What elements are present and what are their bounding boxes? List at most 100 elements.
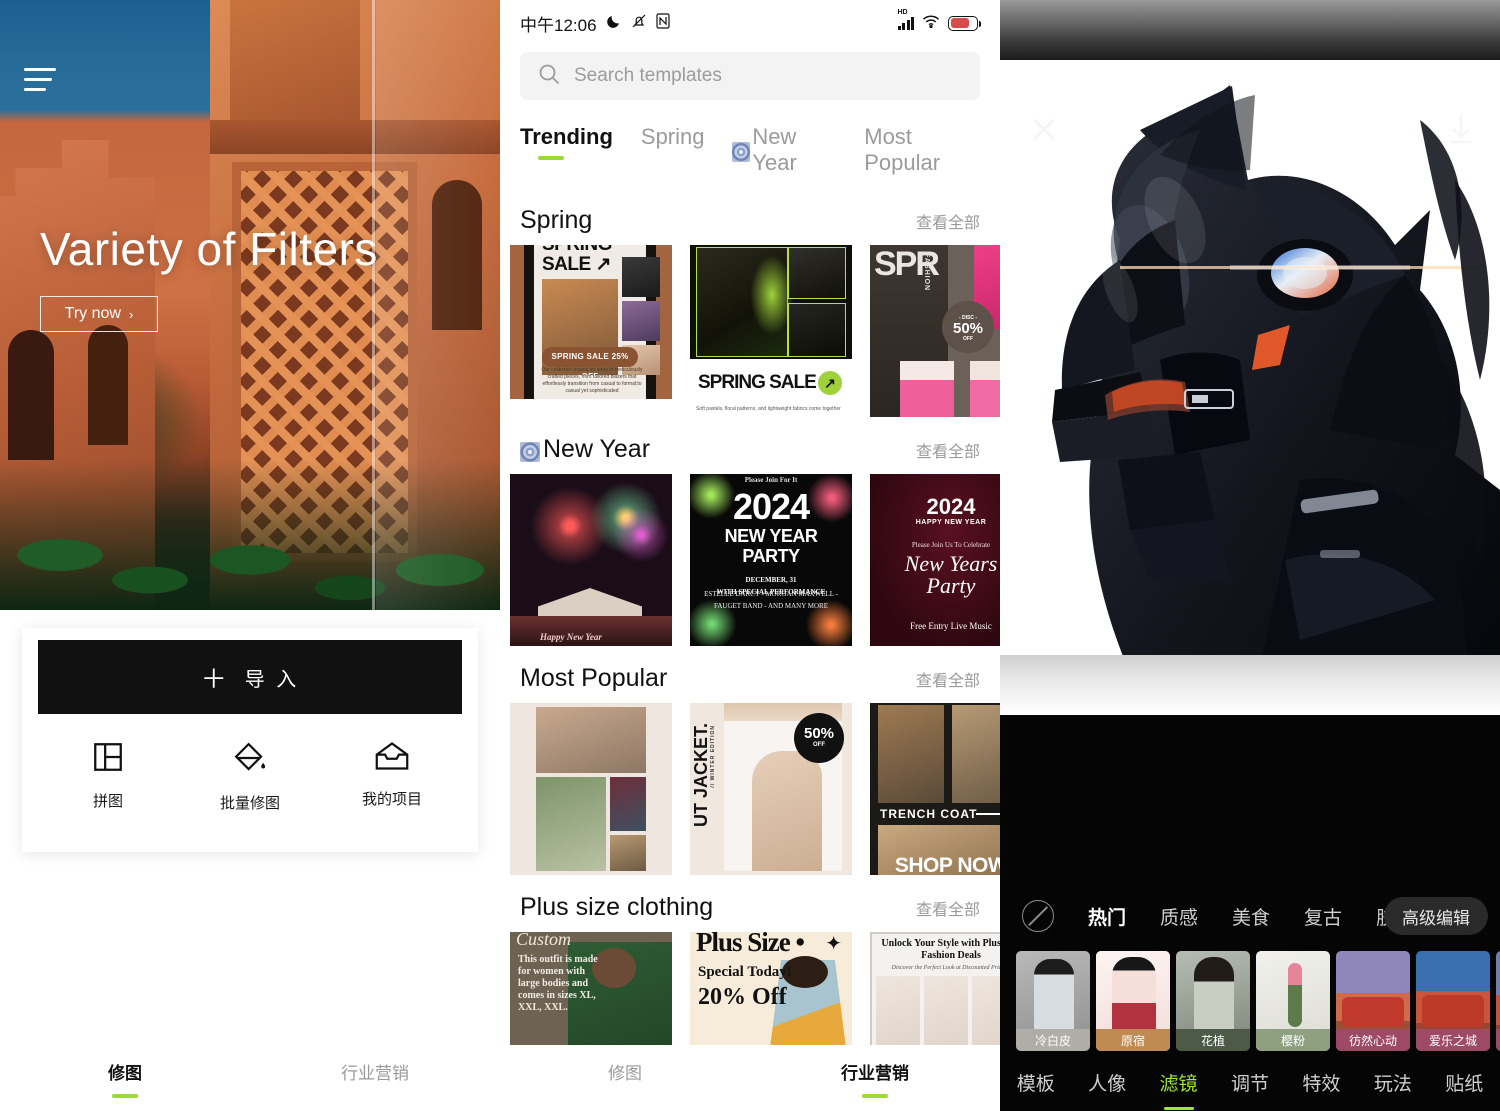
filter-cat-texture[interactable]: 质感 [1160, 903, 1198, 930]
action-my-projects[interactable]: 我的项目 [322, 740, 462, 813]
tab-new-year[interactable]: New Year [732, 124, 836, 188]
hero-tower-top [230, 0, 360, 120]
see-all-link[interactable]: 查看全部 [916, 438, 980, 462]
left-tab-marketing[interactable]: 行业营销 [250, 1045, 500, 1111]
tab-most-popular-label: Most Popular [864, 124, 941, 175]
three-panel-screenshot: Variety of Filters Try now › ＋ 导 入 拼图 批量… [0, 0, 1500, 1111]
template-title: Unlock Your Style with Plus Size Fashion… [881, 938, 1000, 961]
import-button[interactable]: ＋ 导 入 [38, 640, 462, 714]
active-indicator [112, 1093, 138, 1098]
template-body: This outfit is made for women with large… [518, 954, 598, 1013]
template-footer: Free Entry Live Music [910, 621, 992, 631]
filter-thumb[interactable] [1496, 951, 1500, 1051]
status-time: 中午12:06 [520, 15, 597, 35]
status-bar-left: 中午12:06 [520, 11, 670, 36]
nav-template[interactable]: 模板 [1000, 1069, 1071, 1096]
action-collage[interactable]: 拼图 [38, 740, 178, 813]
filter-label: 彷然心动 [1336, 1029, 1410, 1051]
template-row-spring[interactable]: SPRINGSALE ↗ SPRING SALE 25% OFF Our col… [500, 245, 1000, 417]
section-title: Spring [520, 206, 593, 234]
tab-spring[interactable]: Spring [641, 124, 705, 162]
section-title-text: New Year [543, 435, 651, 463]
filter-cat-retro[interactable]: 复古 [1304, 903, 1342, 930]
filter-thumb[interactable]: 爱乐之城 [1416, 951, 1490, 1051]
editor-canvas[interactable] [1000, 60, 1500, 715]
active-indicator [612, 1094, 638, 1098]
nav-filter[interactable]: 滤镜 [1143, 1069, 1214, 1110]
template-pill: SPRING SALE 25% OFF [542, 347, 638, 381]
hero-banner[interactable]: Variety of Filters Try now › [0, 0, 500, 610]
filter-thumb[interactable]: 樱粉 [1256, 951, 1330, 1051]
template-special: Special Today! [698, 964, 792, 980]
nav-sticker[interactable]: 贴纸 [1429, 1069, 1500, 1096]
nav-adjust[interactable]: 调节 [1214, 1069, 1285, 1096]
see-all-link[interactable]: 查看全部 [916, 209, 980, 233]
template-vertical-sub: // WINTER EDITION [710, 725, 716, 788]
batch-edit-icon [232, 740, 268, 776]
search-input[interactable]: Search templates [520, 52, 980, 100]
nav-effects[interactable]: 特效 [1286, 1069, 1357, 1096]
filter-thumb[interactable]: 花植 [1176, 951, 1250, 1051]
filter-label: 爱乐之城 [1416, 1029, 1490, 1051]
template-row-new-year[interactable]: Happy New Year Please Join For It 2024 N… [500, 474, 1000, 646]
template-row-most-popular[interactable]: UT JACKET. // WINTER EDITION 50% OFF TRE… [500, 703, 1000, 875]
template-card[interactable]: 2024 HAPPY NEW YEAR Please Join Us To Ce… [870, 474, 1000, 646]
nav-play[interactable]: 玩法 [1357, 1069, 1428, 1096]
template-caption: Our collection boasts an array of meticu… [541, 367, 643, 394]
active-indicator [750, 182, 776, 186]
see-all-link[interactable]: 查看全部 [916, 667, 980, 691]
template-headline: SPRING SALE [698, 372, 817, 393]
template-caption: Happy New Year [540, 632, 602, 642]
canvas-bottom-shadow [1000, 655, 1500, 715]
middle-tab-edit[interactable]: 修图 [500, 1045, 750, 1111]
nav-adjust-label: 调节 [1230, 1073, 1269, 1095]
filter-label: 花植 [1176, 1029, 1250, 1051]
tab-trending-label: Trending [520, 124, 613, 149]
template-card[interactable]: SPRING SALE ↗ Soft pastels, floral patte… [690, 245, 852, 417]
template-card[interactable]: Happy New Year [510, 474, 672, 646]
nav-portrait[interactable]: 人像 [1071, 1069, 1142, 1096]
no-filter-icon[interactable] [1022, 900, 1054, 932]
filter-thumb[interactable]: 彷然心动 [1336, 951, 1410, 1051]
tab-trending[interactable]: Trending [520, 124, 613, 162]
advanced-edit-button[interactable]: 高级编辑 [1384, 897, 1488, 935]
nfc-icon [655, 12, 670, 34]
template-top-line: Please Join For It [744, 476, 798, 484]
filter-thumb-selected[interactable]: 原宿 [1096, 951, 1170, 1051]
template-card[interactable]: SPRINGSALE ↗ SPRING SALE 25% OFF Our col… [510, 245, 672, 399]
middle-tab-marketing[interactable]: 行业营销 [750, 1045, 1000, 1111]
download-arrow-icon[interactable] [1448, 112, 1474, 144]
active-indicator [659, 156, 685, 160]
template-card[interactable]: Please Join For It 2024 NEW YEAR PARTY D… [690, 474, 852, 646]
template-happy: HAPPY NEW YEAR [915, 519, 987, 526]
template-card[interactable]: TRENCH COAT SHOP NOW [870, 703, 1000, 875]
status-bar: 中午12:06 HD [500, 0, 1000, 46]
active-indicator [362, 1094, 388, 1098]
hero-arch-2 [88, 325, 128, 445]
try-now-button[interactable]: Try now › [40, 296, 158, 332]
see-all-link[interactable]: 查看全部 [916, 896, 980, 920]
active-indicator [882, 182, 908, 186]
nav-filter-label: 滤镜 [1159, 1073, 1198, 1095]
filter-cat-food[interactable]: 美食 [1232, 903, 1270, 930]
template-card[interactable] [510, 703, 672, 875]
collage-grid-icon [91, 740, 125, 774]
middle-bottom-tabbar: 修图 行业营销 [500, 1045, 1000, 1111]
close-x-icon[interactable] [1030, 115, 1058, 143]
template-card[interactable]: SPR FASHION - DISC - 50% OFF [870, 245, 1000, 417]
hamburger-menu-icon[interactable] [24, 68, 56, 94]
template-sub: Discover the Perfect Look at Discounted … [891, 965, 1000, 971]
filter-thumb[interactable]: 冷白皮 [1016, 951, 1090, 1051]
filter-cat-hot[interactable]: 热门 [1088, 903, 1126, 930]
template-date-text: DECEMBER, 31 [745, 576, 797, 584]
action-batch-edit[interactable]: 批量修图 [180, 740, 320, 813]
template-card[interactable]: UT JACKET. // WINTER EDITION 50% OFF [690, 703, 852, 875]
search-icon [538, 63, 560, 90]
left-tab-edit[interactable]: 修图 [0, 1045, 250, 1111]
filter-thumbnail-strip[interactable]: 冷白皮 原宿 花植 樱粉 彷然心动 爱乐之城 [1000, 951, 1500, 1051]
tab-most-popular[interactable]: Most Popular [864, 124, 980, 188]
action-batch-edit-label: 批量修图 [219, 795, 280, 812]
hd-label: HD [897, 8, 908, 16]
right-panel-editor: 热门 质感 美食 复古 胶片 自然 高级编辑 冷白皮 原宿 花 [1000, 0, 1500, 1111]
template-names: ESTELLE DARCY - MORGAN MAXWELL - FAUGET … [704, 590, 838, 610]
